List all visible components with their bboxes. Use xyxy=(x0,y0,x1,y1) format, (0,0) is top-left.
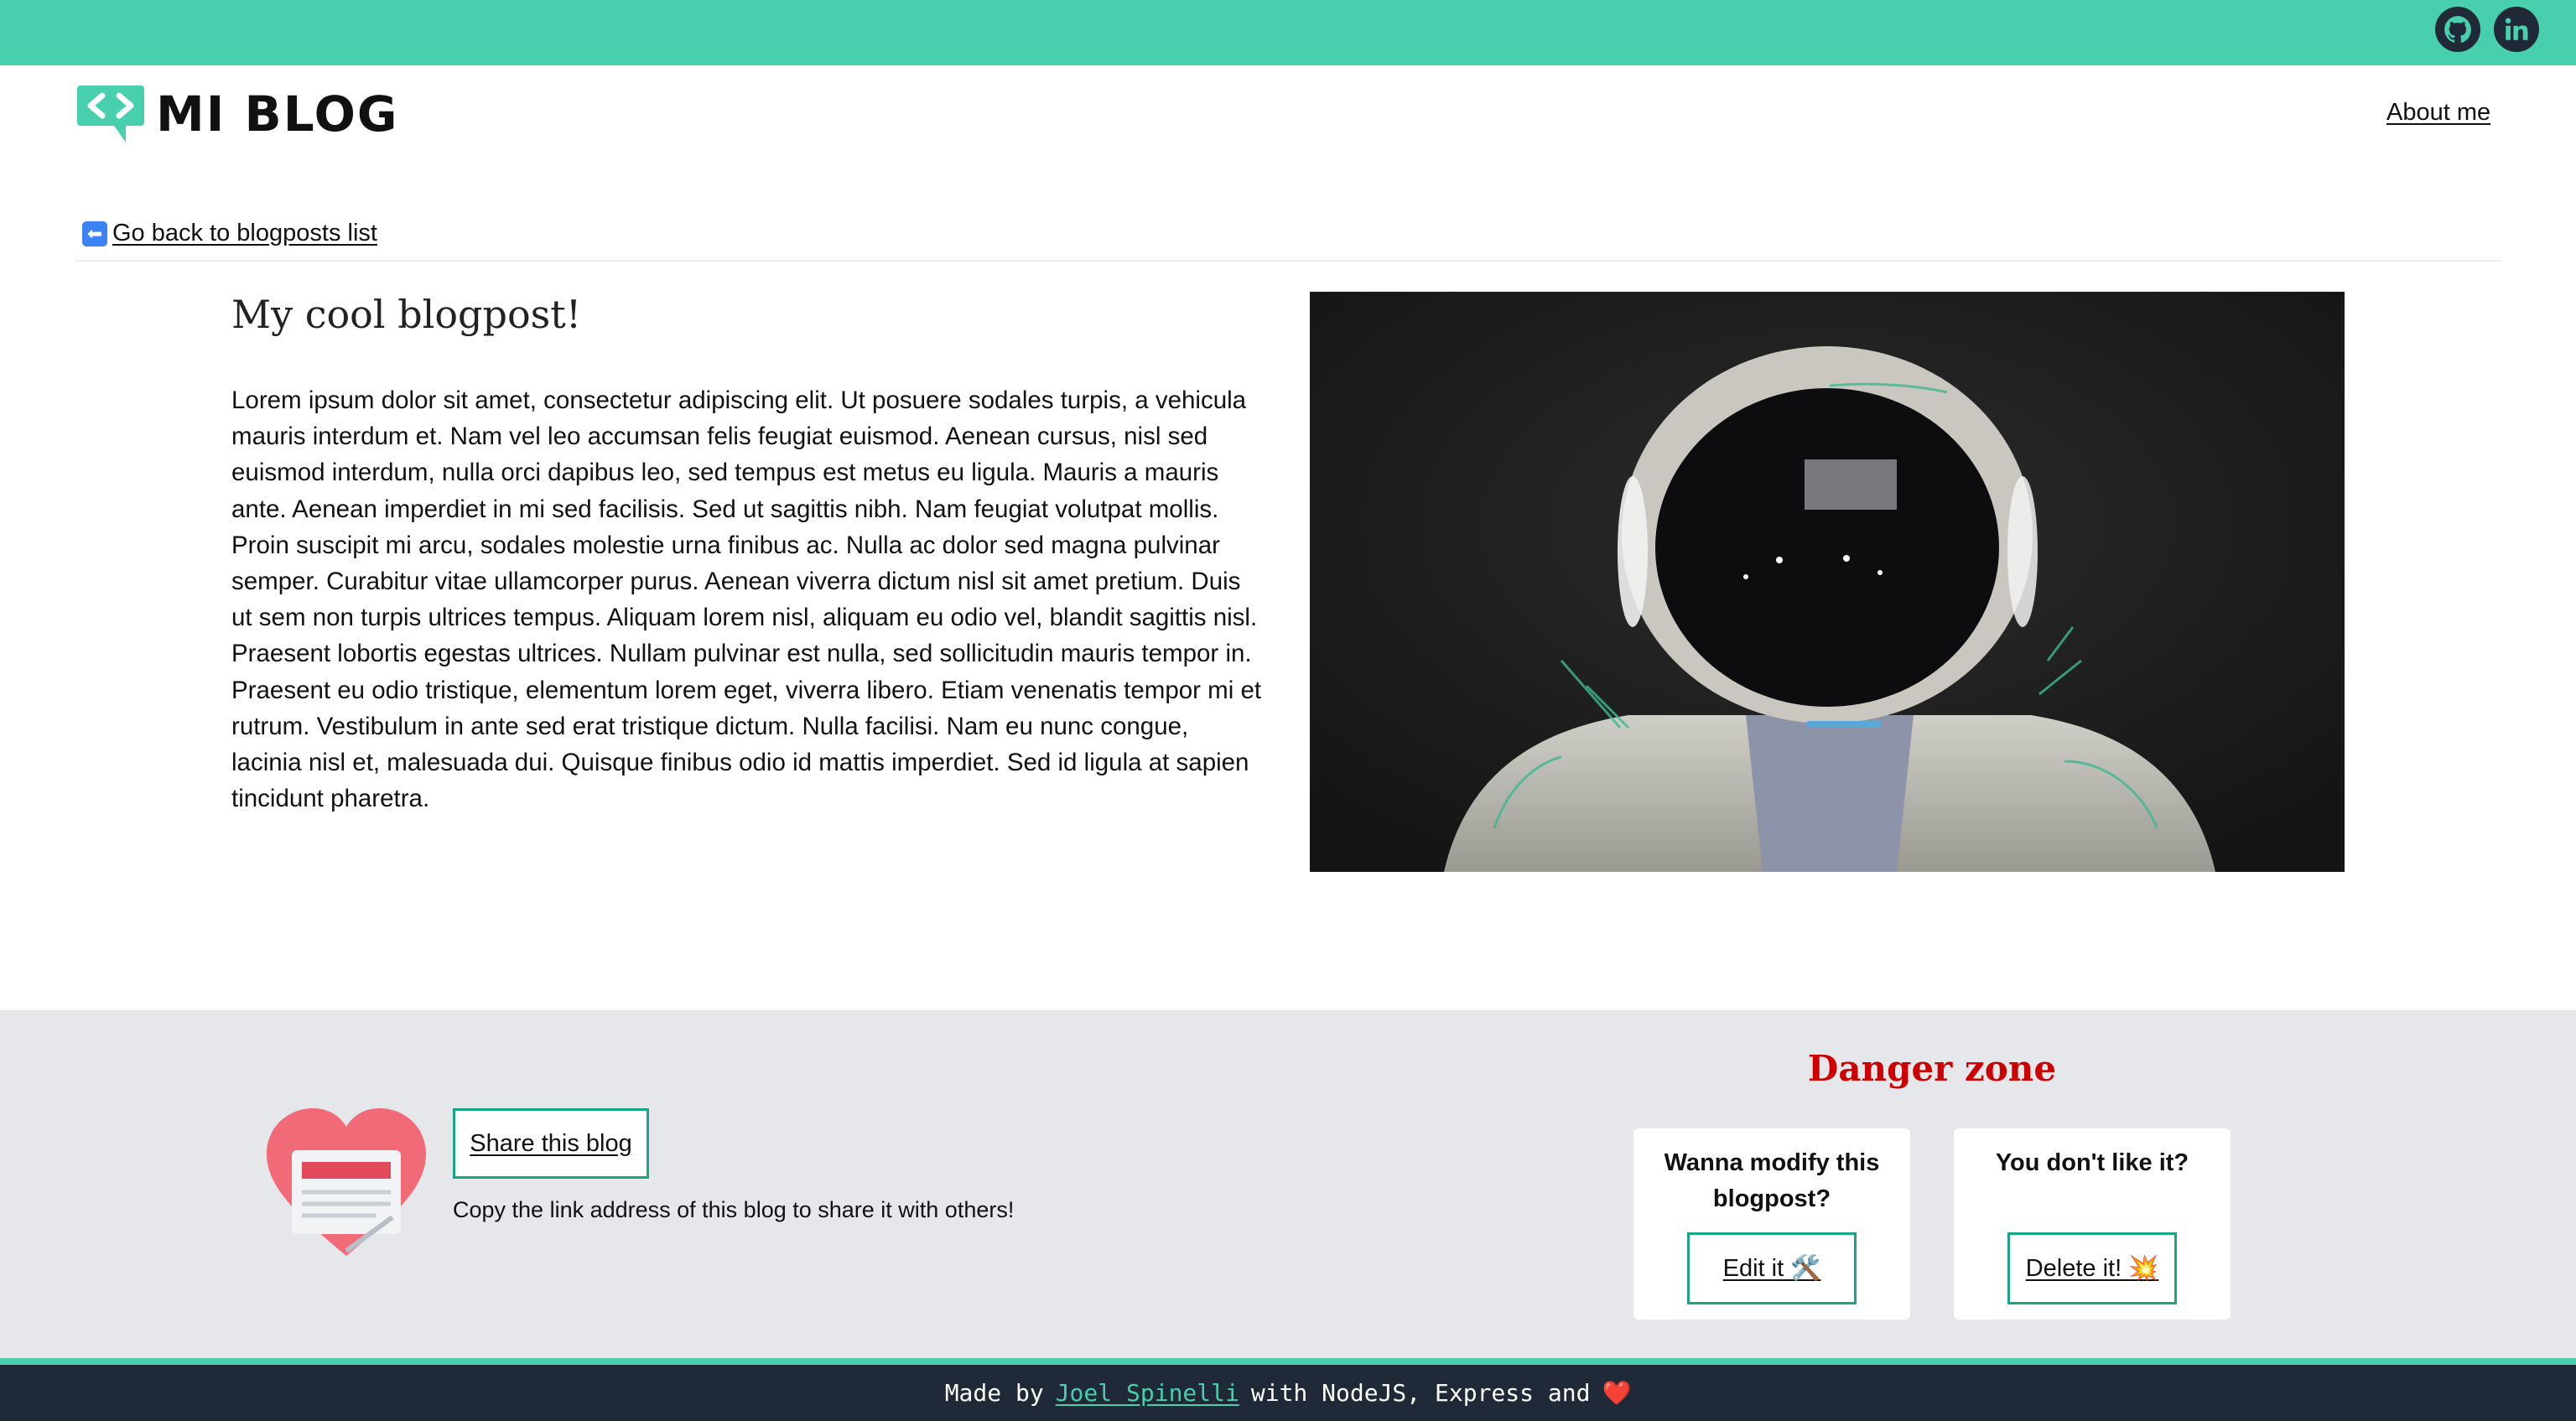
linkedin-icon xyxy=(2505,18,2528,40)
danger-zone-title: Danger zone xyxy=(1807,1048,2057,1089)
modify-question: Wanna modify this blogpost? xyxy=(1664,1149,1880,1212)
footer-prefix: Made by xyxy=(944,1379,1044,1407)
github-icon xyxy=(2444,16,2471,43)
divider xyxy=(75,260,2502,262)
edit-button[interactable]: Edit it 🛠️ xyxy=(1687,1232,1857,1304)
heart-icon: ❤️ xyxy=(1602,1379,1632,1407)
footer-suffix: with NodeJS, Express and xyxy=(1250,1379,1591,1407)
astronaut-illustration xyxy=(1310,292,2345,872)
author-link[interactable]: Joel Spinelli xyxy=(1056,1379,1239,1407)
github-link[interactable] xyxy=(2435,7,2480,52)
share-description: Copy the link address of this blog to sh… xyxy=(453,1197,1015,1222)
footer-stripe xyxy=(0,1358,2576,1365)
share-button[interactable]: Share this blog xyxy=(453,1108,649,1179)
back-arrow-icon: ⬅ xyxy=(82,220,107,246)
back-link-label: Go back to blogposts list xyxy=(112,220,377,246)
footer: Made by Joel Spinelli with NodeJS, Expre… xyxy=(0,1365,2576,1421)
delete-card: You don't like it? Delete it! 💥 xyxy=(1954,1128,2231,1320)
site-logo[interactable]: MI BLOG xyxy=(75,84,399,144)
back-to-list-link[interactable]: ⬅ Go back to blogposts list xyxy=(82,220,377,247)
logo-text: MI BLOG xyxy=(156,86,399,143)
modify-card: Wanna modify this blogpost? Edit it 🛠️ xyxy=(1633,1128,1910,1320)
code-bubble-icon xyxy=(77,86,144,143)
linkedin-link[interactable] xyxy=(2494,7,2539,52)
heart-document-icon xyxy=(267,1108,426,1256)
top-bar xyxy=(0,0,2576,65)
post-title: My cool blogpost! xyxy=(231,292,582,337)
delete-button[interactable]: Delete it! 💥 xyxy=(2007,1232,2177,1304)
about-me-link[interactable]: About me xyxy=(2386,99,2490,127)
delete-question: You don't like it? xyxy=(1995,1149,2189,1176)
post-body: Lorem ipsum dolor sit amet, consectetur … xyxy=(231,386,1262,813)
post-image xyxy=(1310,292,2345,872)
